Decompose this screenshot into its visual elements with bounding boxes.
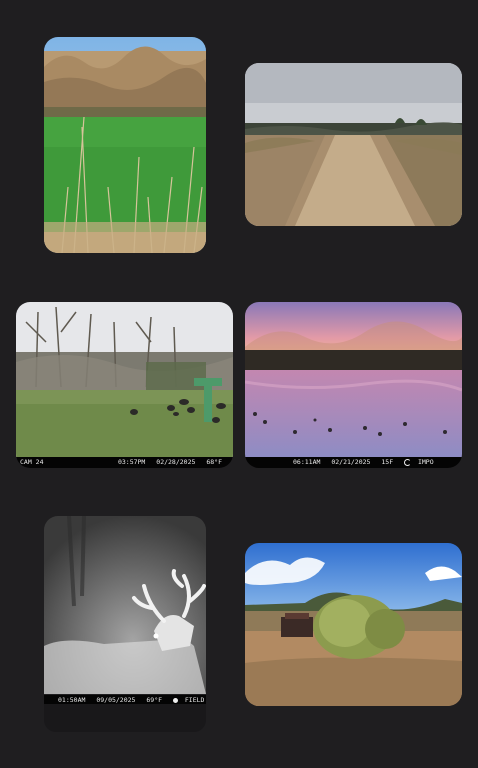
stamp-temp: 15F [381, 458, 394, 466]
photo-blind-field[interactable] [245, 543, 462, 706]
camera-stamp: 06:11AM 02/21/2025 15F IMPO [245, 457, 462, 468]
stamp-location: IMPO [417, 458, 434, 466]
photo-green-field[interactable] [44, 37, 206, 253]
moon-phase-icon [172, 697, 178, 703]
stamp-location: FIELD 2 [184, 696, 206, 704]
stamp-time: 01:50AM [58, 696, 86, 704]
stamp-date: 02/28/2025 [156, 458, 196, 466]
photo-turkeys-feeder[interactable]: CAM 24 03:57PM 02/28/2025 68°F [16, 302, 233, 468]
stamp-temp: 68°F [206, 458, 222, 466]
stamp-time: 06:11AM [293, 458, 321, 466]
photo-sunset-pond[interactable]: 06:11AM 02/21/2025 15F IMPO [245, 302, 462, 468]
stamp-temp: 69°F [146, 696, 163, 704]
camera-stamp: CAM 24 03:57PM 02/28/2025 68°F [16, 457, 233, 468]
stamp-time: 03:57PM [117, 458, 146, 466]
photo-dirt-road[interactable] [245, 63, 462, 226]
footer-partial [60, 758, 190, 768]
moon-phase-icon [404, 458, 412, 466]
card-shadow [44, 704, 206, 732]
stamp-date: 02/21/2025 [331, 458, 371, 466]
camera-id: CAM 24 [20, 458, 44, 466]
stamp-date: 09/05/2025 [96, 696, 136, 704]
photo-night-buck[interactable]: 01:50AM 09/05/2025 69°F FIELD 2 [44, 516, 206, 706]
